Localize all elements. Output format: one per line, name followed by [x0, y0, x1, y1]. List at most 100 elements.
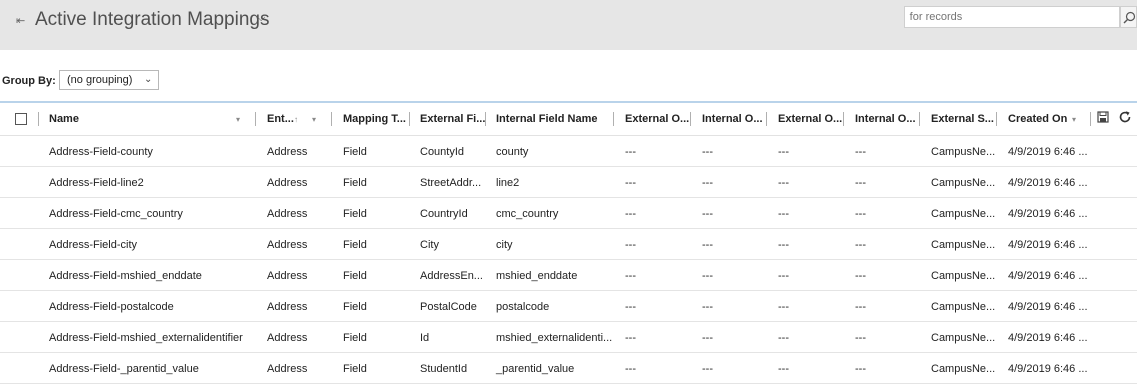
cell-external-option-2: ---	[778, 146, 789, 158]
cell-internal-option-1: ---	[702, 270, 713, 282]
cell-mapping-type: Field	[343, 270, 367, 282]
column-header-external-field[interactable]: External Fi...	[420, 113, 485, 125]
cell-external-option-1: ---	[625, 270, 636, 282]
cell-external-field: CountryId	[420, 208, 468, 220]
group-by-select[interactable]: (no grouping) ⌄	[59, 70, 159, 90]
cell-mapping-type: Field	[343, 301, 367, 313]
cell-created-on: 4/9/2019 6:46 ...	[1008, 363, 1088, 375]
cell-external-option-2: ---	[778, 208, 789, 220]
table-row[interactable]: Address-Field-mshied_enddate Address Fie…	[0, 260, 1137, 291]
cell-external-system: CampusNe...	[931, 270, 996, 282]
cell-external-field: PostalCode	[420, 301, 477, 313]
cell-entity: Address	[267, 363, 308, 375]
cell-internal-option-2: ---	[855, 239, 866, 251]
cell-created-on: 4/9/2019 6:46 ...	[1008, 332, 1088, 344]
sort-icon[interactable]: ↑	[294, 115, 298, 124]
cell-internal-field-name: postalcode	[496, 301, 550, 313]
column-divider[interactable]	[331, 112, 332, 126]
column-header-entity[interactable]: Ent...	[267, 113, 294, 125]
cell-external-field: AddressEn...	[420, 270, 483, 282]
column-header-internal-field-name[interactable]: Internal Field Name	[496, 113, 597, 125]
column-header-external-system[interactable]: External S...	[931, 113, 994, 125]
column-divider[interactable]	[255, 112, 256, 126]
column-divider[interactable]	[409, 112, 410, 126]
column-header-external-option-2[interactable]: External O...	[778, 113, 842, 125]
save-icon[interactable]	[1097, 110, 1109, 128]
table-row[interactable]: Address-Field-postalcode Address Field P…	[0, 291, 1137, 322]
column-header-internal-option-2[interactable]: Internal O...	[855, 113, 916, 125]
cell-name[interactable]: Address-Field-mshied_externalidentifier	[49, 332, 243, 344]
cell-entity: Address	[267, 332, 308, 344]
table-row[interactable]: Address-Field-city Address Field City ci…	[0, 229, 1137, 260]
column-header-mapping-type[interactable]: Mapping T...	[343, 113, 406, 125]
sort-icon[interactable]: ▾	[236, 115, 240, 124]
search-box[interactable]	[904, 6, 1120, 28]
table-row[interactable]: Address-Field-cmc_country Address Field …	[0, 198, 1137, 229]
cell-mapping-type: Field	[343, 146, 367, 158]
chevron-down-icon[interactable]: ⌵	[257, 12, 265, 25]
cell-external-option-1: ---	[625, 301, 636, 313]
cell-entity: Address	[267, 208, 308, 220]
cell-created-on: 4/9/2019 6:46 ...	[1008, 239, 1088, 251]
column-header-created-on[interactable]: Created On	[1008, 113, 1067, 125]
cell-internal-option-1: ---	[702, 208, 713, 220]
cell-mapping-type: Field	[343, 208, 367, 220]
cell-internal-option-2: ---	[855, 363, 866, 375]
cell-internal-field-name: mshied_externalidenti...	[496, 332, 613, 344]
refresh-icon[interactable]	[1118, 110, 1132, 129]
sort-icon[interactable]: ▾	[312, 115, 316, 124]
cell-external-system: CampusNe...	[931, 208, 996, 220]
cell-name[interactable]: Address-Field-city	[49, 239, 137, 251]
cell-internal-option-1: ---	[702, 301, 713, 313]
table-row[interactable]: Address-Field-mshied_externalidentifier …	[0, 322, 1137, 353]
cell-name[interactable]: Address-Field-_parentid_value	[49, 363, 199, 375]
cell-name[interactable]: Address-Field-mshied_enddate	[49, 270, 202, 282]
cell-internal-field-name: county	[496, 146, 529, 158]
records-grid: Name ▾ Ent... ↑ ▾ Mapping T... External …	[0, 101, 1137, 384]
sort-icon[interactable]: ▾	[1072, 115, 1076, 124]
cell-name[interactable]: Address-Field-line2	[49, 177, 144, 189]
cell-internal-option-1: ---	[702, 332, 713, 344]
column-divider[interactable]	[38, 112, 39, 126]
column-divider[interactable]	[766, 112, 767, 126]
cell-name[interactable]: Address-Field-county	[49, 146, 153, 158]
cell-external-option-1: ---	[625, 239, 636, 251]
table-row[interactable]: Address-Field-_parentid_value Address Fi…	[0, 353, 1137, 384]
cell-external-option-1: ---	[625, 146, 636, 158]
cell-name[interactable]: Address-Field-cmc_country	[49, 208, 183, 220]
table-row[interactable]: Address-Field-county Address Field Count…	[0, 136, 1137, 167]
cell-external-option-2: ---	[778, 363, 789, 375]
cell-external-system: CampusNe...	[931, 301, 996, 313]
page-title[interactable]: Active Integration Mappings	[35, 9, 269, 31]
column-header-internal-option-1[interactable]: Internal O...	[702, 113, 763, 125]
cell-name[interactable]: Address-Field-postalcode	[49, 301, 174, 313]
column-header-external-option-1[interactable]: External O...	[625, 113, 689, 125]
cell-entity: Address	[267, 301, 308, 313]
cell-internal-option-1: ---	[702, 177, 713, 189]
column-divider[interactable]	[996, 112, 997, 126]
column-divider[interactable]	[485, 112, 486, 126]
search-icon[interactable]	[1120, 6, 1137, 28]
column-divider[interactable]	[919, 112, 920, 126]
cell-internal-option-1: ---	[702, 239, 713, 251]
cell-internal-field-name: cmc_country	[496, 208, 559, 220]
cell-internal-option-2: ---	[855, 301, 866, 313]
cell-external-system: CampusNe...	[931, 332, 996, 344]
cell-created-on: 4/9/2019 6:46 ...	[1008, 146, 1088, 158]
column-divider[interactable]	[690, 112, 691, 126]
cell-external-option-1: ---	[625, 363, 636, 375]
cell-internal-field-name: line2	[496, 177, 520, 189]
select-all-checkbox[interactable]	[15, 113, 27, 125]
column-divider[interactable]	[613, 112, 614, 126]
cell-created-on: 4/9/2019 6:46 ...	[1008, 301, 1088, 313]
cell-entity: Address	[267, 239, 308, 251]
table-row[interactable]: Address-Field-line2 Address Field Street…	[0, 167, 1137, 198]
column-divider[interactable]	[1090, 112, 1091, 126]
pin-icon[interactable]: ⇤	[16, 14, 25, 27]
column-header-name[interactable]: Name	[49, 113, 79, 125]
cell-external-system: CampusNe...	[931, 177, 996, 189]
grid-header-row: Name ▾ Ent... ↑ ▾ Mapping T... External …	[0, 103, 1137, 136]
search-input[interactable]	[905, 7, 1119, 27]
cell-internal-option-1: ---	[702, 363, 713, 375]
column-divider[interactable]	[843, 112, 844, 126]
